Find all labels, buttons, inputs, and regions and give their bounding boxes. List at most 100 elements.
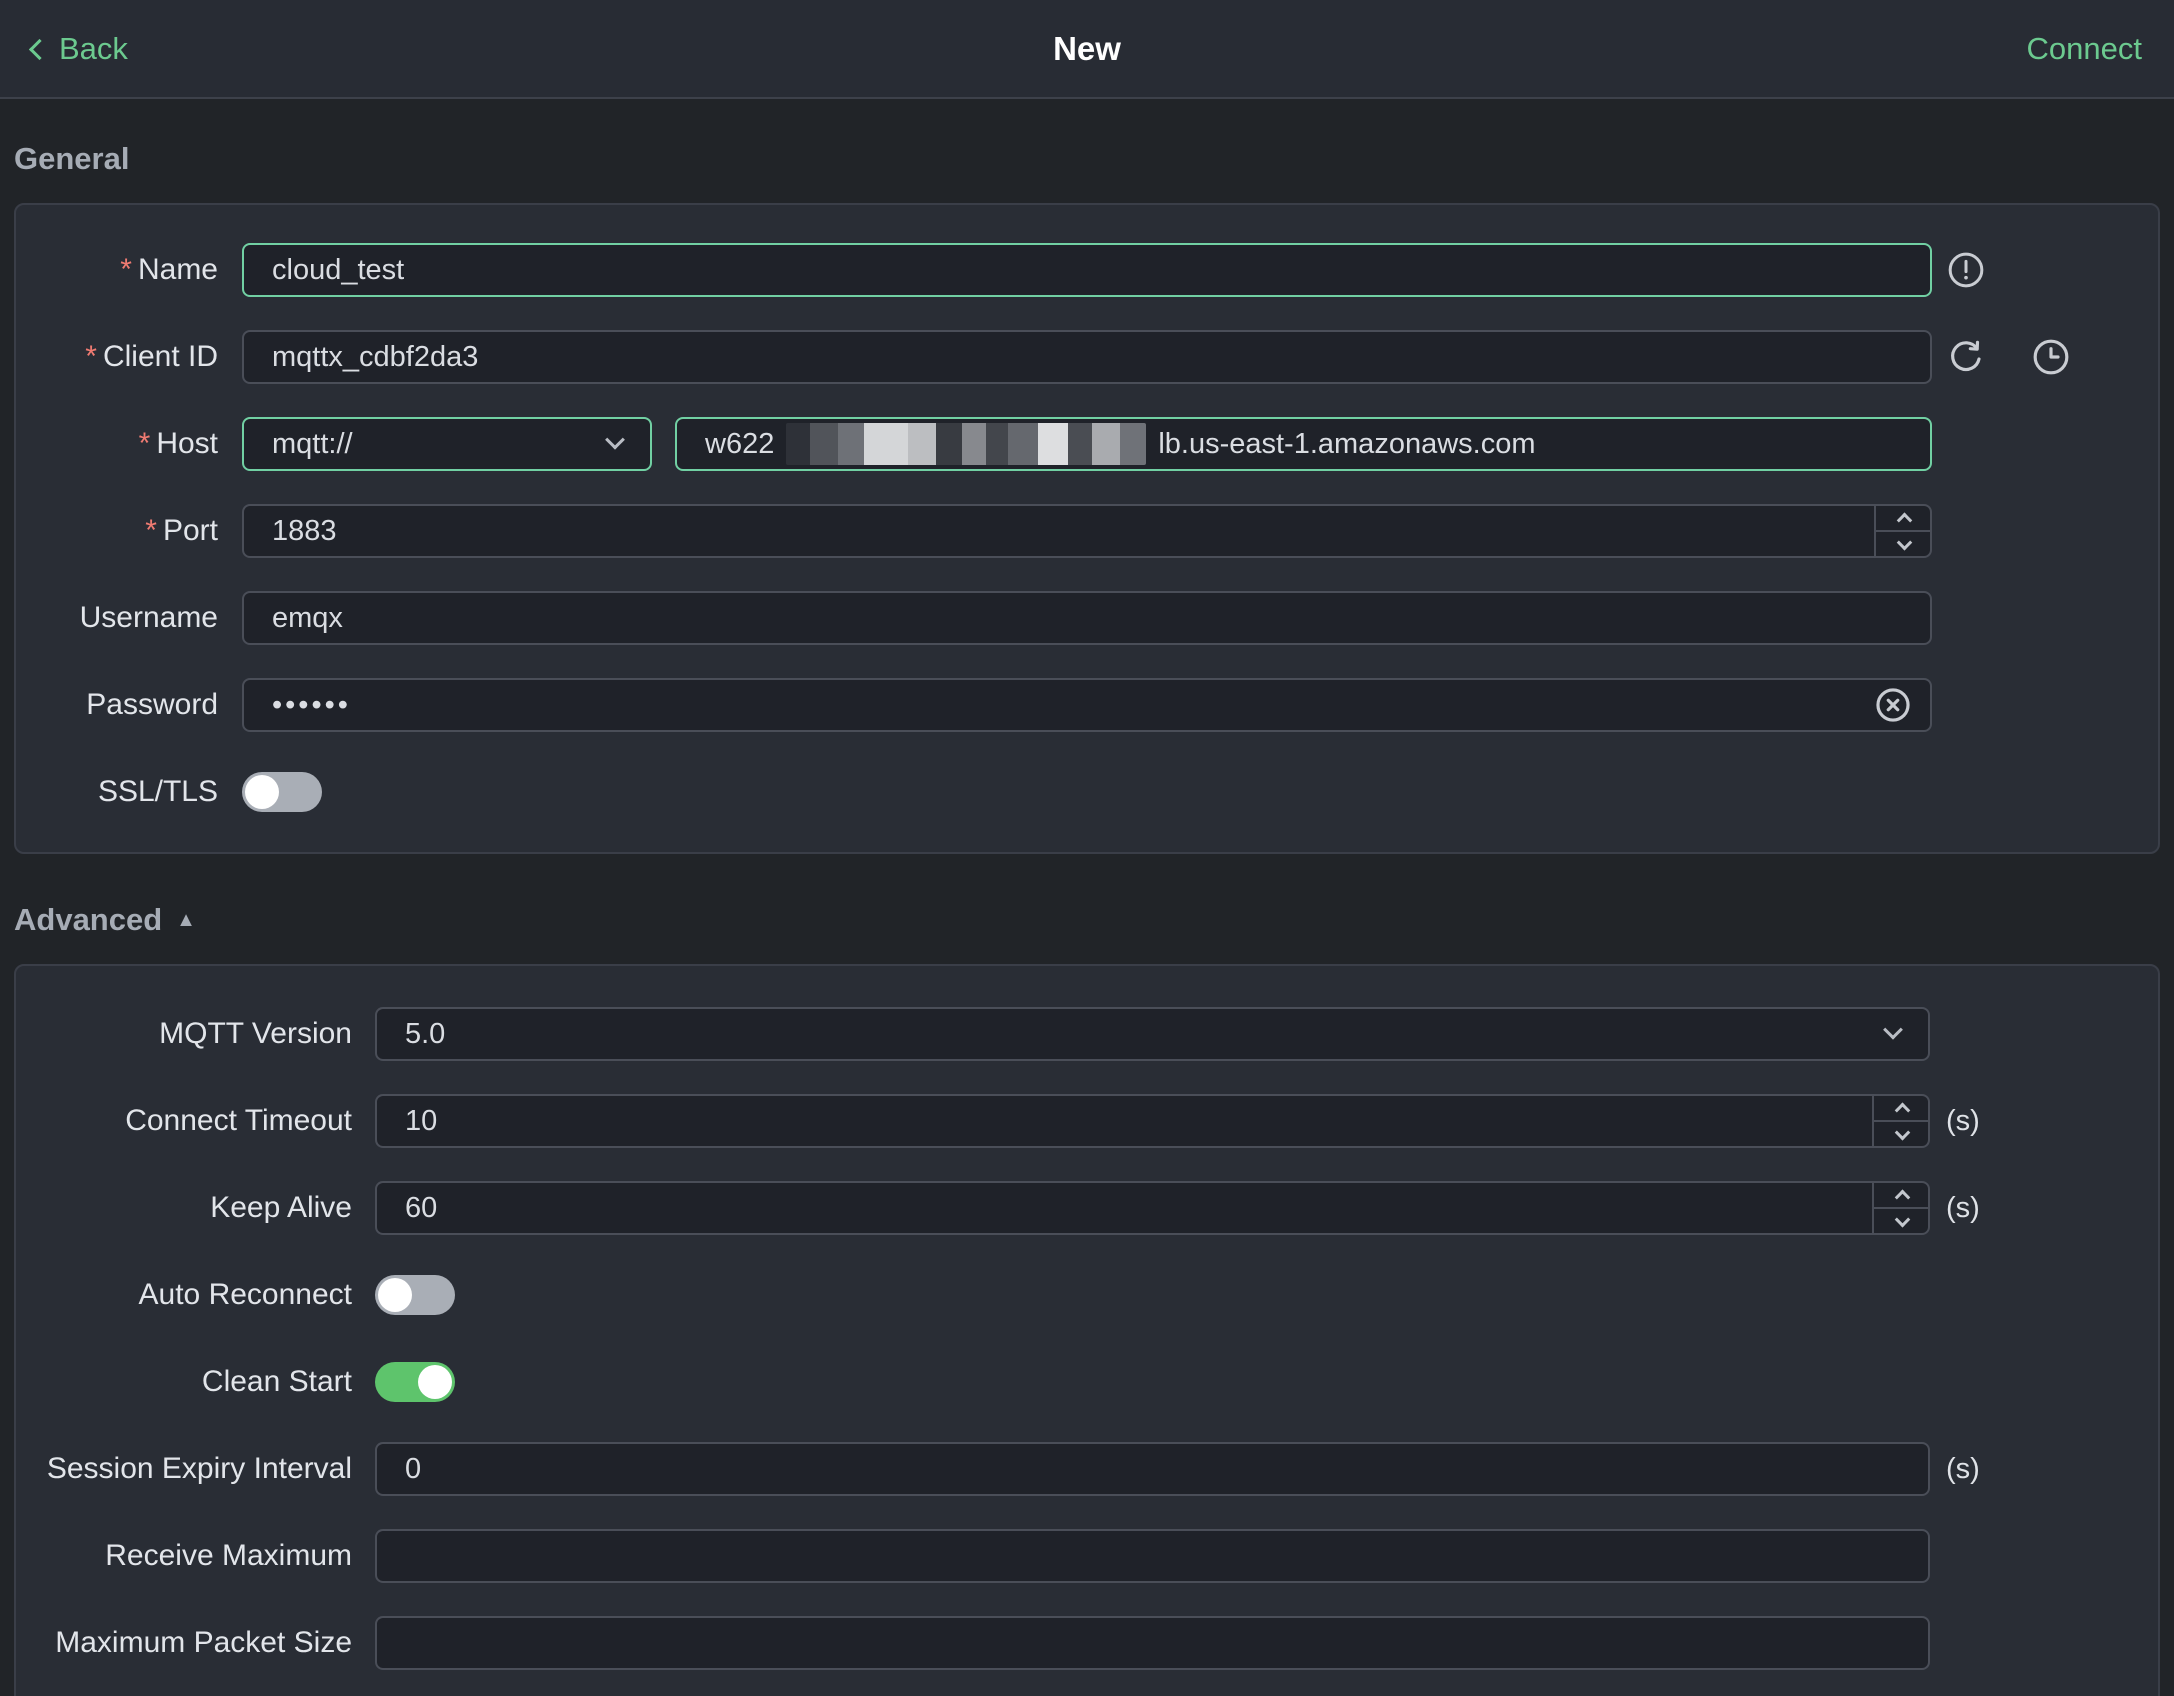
ssl-row: SSL/TLS [42,765,2158,819]
keep-alive-stepper [1872,1181,1930,1235]
clear-password-icon[interactable] [1874,686,1912,724]
connect-timeout-label: Connect Timeout [125,1104,352,1137]
chevron-up-icon [1894,1189,1910,1205]
password-input[interactable] [272,688,1902,722]
host-value-prefix: w622 [705,427,775,460]
host-protocol-value: mqtt:// [272,427,353,460]
password-field-wrap [242,678,1932,732]
chevron-down-icon [1894,1124,1910,1140]
name-row: * Name [42,243,2158,297]
seconds-unit: (s) [1946,1191,1980,1224]
back-label: Back [59,30,128,66]
ssl-label: SSL/TLS [97,775,218,808]
chevron-up-icon [1894,1102,1910,1118]
name-input[interactable] [272,253,1902,287]
receive-maximum-input[interactable] [405,1539,1900,1573]
username-field-wrap [242,591,1932,645]
receive-maximum-label: Receive Maximum [105,1539,352,1572]
port-field-wrap [242,504,1932,558]
toggle-knob [378,1278,412,1312]
step-up-button[interactable] [1874,1094,1930,1122]
name-label: * Name [120,253,218,286]
general-panel: *Name *Client ID [14,203,2160,854]
step-down-button[interactable] [1874,1209,1930,1235]
chevron-down-icon [605,429,625,450]
port-stepper [1874,504,1932,558]
chevron-left-icon [28,38,51,61]
client-id-input[interactable] [272,340,1902,374]
client-id-label: * Client ID [85,340,218,373]
mqtt-version-label: MQTT Version [159,1017,352,1050]
advanced-section-label: Advanced [14,902,163,937]
step-up-button[interactable] [1876,504,1932,532]
maximum-packet-size-field-wrap [375,1616,1930,1670]
clean-start-row: Clean Start [42,1355,2158,1409]
step-down-button[interactable] [1876,532,1932,558]
required-mark: * [145,514,157,547]
back-button[interactable]: Back [28,30,128,67]
client-id-row: * Client ID [42,330,2158,384]
mqtt-version-value: 5.0 [405,1017,446,1050]
step-down-button[interactable] [1874,1122,1930,1148]
warning-icon [1946,250,1986,290]
ssl-toggle[interactable] [242,772,322,812]
host-protocol-select[interactable]: mqtt:// [242,417,652,471]
keep-alive-field-wrap [375,1181,1930,1235]
connect-button[interactable]: Connect [2027,31,2142,67]
general-section-title: General [14,141,2160,177]
session-expiry-row: Session Expiry Interval (s) [42,1442,2158,1496]
history-clock-icon[interactable] [2031,337,2071,377]
clean-start-toggle[interactable] [375,1362,455,1402]
session-expiry-label: Session Expiry Interval [46,1452,352,1485]
connect-timeout-stepper [1872,1094,1930,1148]
maximum-packet-size-label: Maximum Packet Size [55,1626,352,1659]
required-mark: * [85,340,97,373]
host-field-wrap[interactable]: w622 lb.us-east-1.amazonaws.com [675,417,1932,471]
connect-timeout-row: Connect Timeout (s) [42,1094,2158,1148]
seconds-unit: (s) [1946,1452,1980,1485]
receive-maximum-row: Receive Maximum [42,1529,2158,1583]
refresh-icon[interactable] [1946,337,1986,377]
connect-timeout-field-wrap [375,1094,1930,1148]
port-label: * Port [145,514,218,547]
chevron-down-icon [1894,1211,1910,1227]
connect-timeout-input[interactable] [405,1104,1900,1138]
maximum-packet-size-input[interactable] [405,1626,1900,1660]
header-bar: Back New Connect [0,0,2174,99]
chevron-down-icon [1883,1019,1903,1040]
redacted-host-blur [786,423,1147,465]
keep-alive-input[interactable] [405,1191,1900,1225]
required-mark: * [120,253,132,286]
toggle-knob [245,775,279,809]
auto-reconnect-toggle[interactable] [375,1275,455,1315]
username-input[interactable] [272,601,1902,635]
advanced-panel: MQTT Version 5.0 Connect Timeout (s) [14,964,2160,1696]
host-value-suffix: lb.us-east-1.amazonaws.com [1158,427,1536,460]
seconds-unit: (s) [1946,1104,1980,1137]
collapse-triangle-icon: ▲ [176,909,196,931]
chevron-up-icon [1896,512,1912,528]
session-expiry-field-wrap [375,1442,1930,1496]
username-label: Username [79,601,218,634]
clean-start-label: Clean Start [201,1365,352,1398]
host-label: * Host [138,427,218,460]
session-expiry-input[interactable] [405,1452,1900,1486]
general-section-label: General [14,141,130,176]
toggle-knob [418,1365,452,1399]
maximum-packet-size-row: Maximum Packet Size [42,1616,2158,1670]
step-up-button[interactable] [1874,1181,1930,1209]
port-input[interactable] [272,514,1902,548]
port-row: * Port [42,504,2158,558]
required-mark: * [138,427,151,460]
password-row: Password [42,678,2158,732]
client-id-field-wrap [242,330,1932,384]
name-field-wrap [242,243,1932,297]
mqtt-version-row: MQTT Version 5.0 [42,1007,2158,1061]
host-row: * Host mqtt:// w622 lb.us-east-1.amazonaw… [42,417,2158,471]
mqtt-version-select[interactable]: 5.0 [375,1007,1930,1061]
chevron-down-icon [1896,534,1912,550]
password-label: Password [86,688,218,721]
advanced-section-title[interactable]: Advanced ▲ [14,902,2160,938]
keep-alive-label: Keep Alive [210,1191,352,1224]
keep-alive-row: Keep Alive (s) [42,1181,2158,1235]
